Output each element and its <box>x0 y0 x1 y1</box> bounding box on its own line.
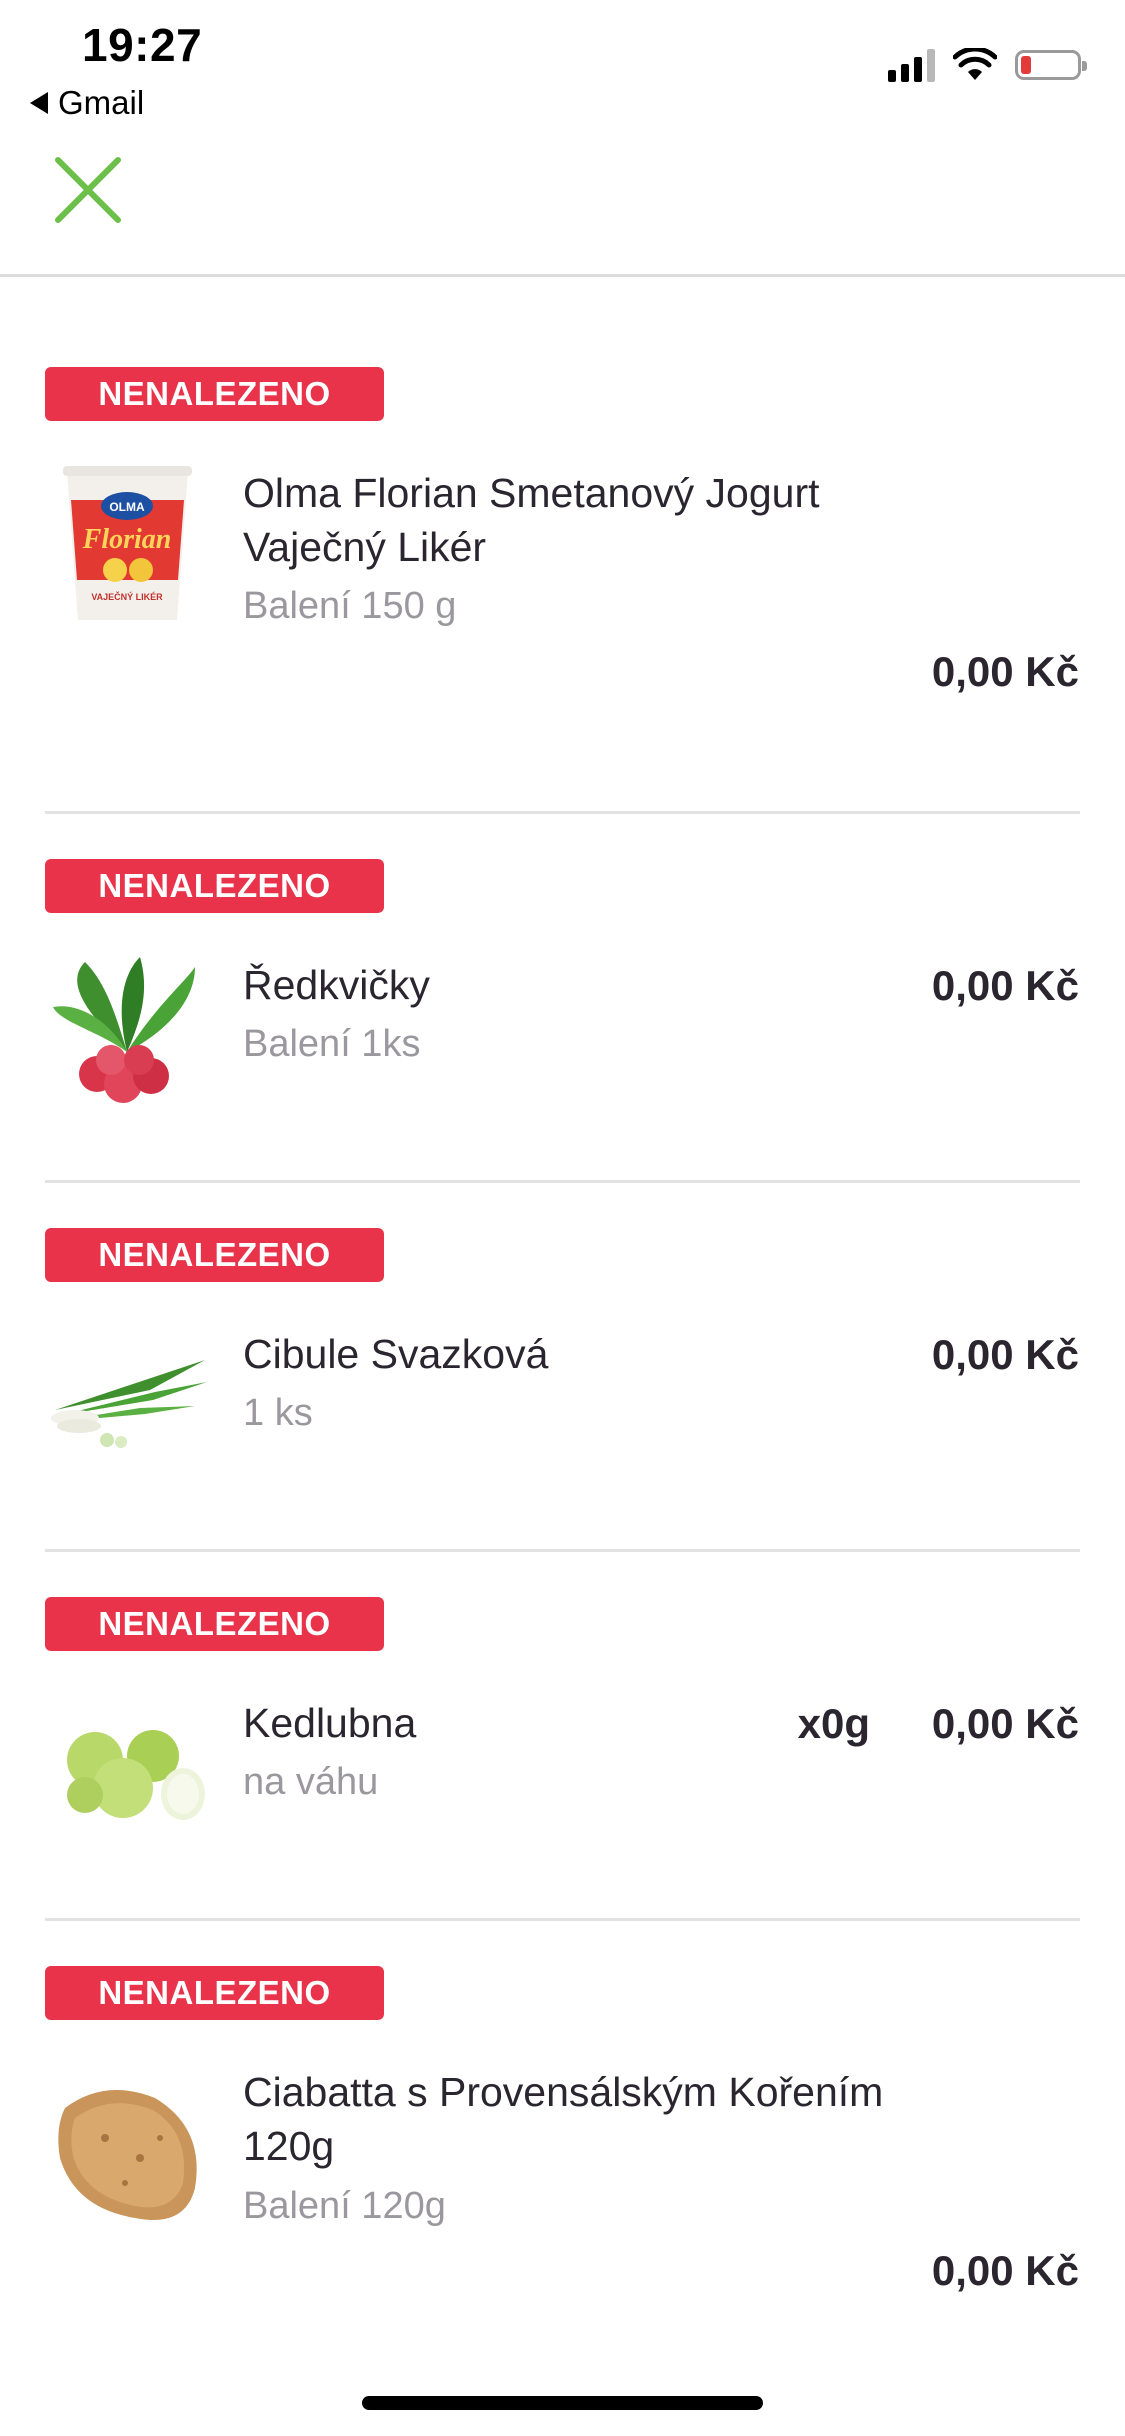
product-name: Olma Florian Smetanový Jogurt Vaječný Li… <box>243 470 820 570</box>
product-image-radishes <box>53 957 195 1103</box>
status-bar: 19:27 Gmail <box>0 0 1125 130</box>
not-found-badge: NENALEZENO <box>45 1966 384 2020</box>
product-pack: Balení 120g <box>243 2185 446 2227</box>
wifi-icon <box>953 48 997 80</box>
product-image-spring-onions <box>51 1360 207 1448</box>
not-found-badge: NENALEZENO <box>45 859 384 913</box>
product-price: 0,00 Kč <box>931 1700 1079 1747</box>
cellular-signal-icon <box>888 48 935 82</box>
product-price: 0,00 Kč <box>931 1331 1079 1378</box>
product-image-yogurt: OLMA Florian VAJEČNÝ LIKÉR <box>63 466 192 620</box>
product-name: Cibule Svazková <box>243 1331 549 1377</box>
svg-text:Florian: Florian <box>82 524 172 555</box>
product-price: 0,00 Kč <box>931 2247 1079 2294</box>
item-divider <box>45 811 1080 814</box>
product-image-kohlrabi <box>67 1730 205 1820</box>
home-indicator[interactable] <box>362 2396 763 2410</box>
status-time: 19:27 <box>82 19 203 71</box>
product-pack: Balení 150 g <box>243 585 457 627</box>
product-price: 0,00 Kč <box>931 962 1079 1009</box>
item-divider <box>45 1549 1080 1552</box>
product-quantity: x0g <box>797 1700 870 1747</box>
header-divider <box>0 274 1125 277</box>
not-found-badge: NENALEZENO <box>45 1597 384 1651</box>
status-icons <box>888 48 1087 82</box>
item-divider <box>45 1918 1080 1921</box>
svg-text:OLMA: OLMA <box>109 500 145 514</box>
not-found-badge: NENALEZENO <box>45 1228 384 1282</box>
battery-icon <box>1015 50 1087 80</box>
product-pack: na váhu <box>243 1761 379 1803</box>
not-found-badge: NENALEZENO <box>45 367 384 421</box>
product-name: Ředkvičky <box>243 962 430 1008</box>
product-price: 0,00 Kč <box>931 648 1079 695</box>
back-app-label: Gmail <box>58 84 145 121</box>
product-pack: 1 ks <box>243 1392 313 1434</box>
close-icon[interactable] <box>48 150 128 230</box>
item-divider <box>45 1180 1080 1183</box>
back-to-app-link[interactable]: Gmail <box>30 84 144 122</box>
product-image-ciabatta <box>58 2090 197 2220</box>
product-pack: Balení 1ks <box>243 1023 421 1065</box>
svg-text:VAJEČNÝ LIKÉR: VAJEČNÝ LIKÉR <box>91 591 163 602</box>
back-triangle-icon <box>30 92 48 114</box>
product-name: Ciabatta s Provensálským Kořením 120g <box>243 2069 884 2169</box>
